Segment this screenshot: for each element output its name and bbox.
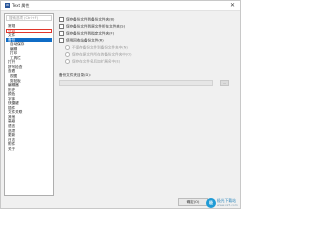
suboption-label: 不保存备份文件到备份文件夹中(N) — [72, 45, 128, 50]
option-backup-to-specified[interactable]: 保存备份文件到指定文件夹(F) — [59, 31, 114, 36]
radio-icon[interactable] — [65, 52, 70, 57]
option-backup-to-original[interactable]: 保存备份文件到原文件所在文件夹(S) — [59, 24, 125, 29]
suboption-label: 保存在文件名后加扩展名中(E) — [72, 59, 121, 64]
window-title: Text 属性 — [12, 3, 30, 8]
option-use-recycle-bin[interactable]: 使用回收站备份文件(R) — [59, 38, 104, 43]
category-tree: 常规 外观 文件 备份 自动保存 编辑 打印 工具栏 打开 拼写检查 查看 视图… — [6, 24, 52, 151]
option-label: 使用回收站备份文件(R) — [66, 38, 104, 43]
watermark-logo-icon: 极 — [206, 198, 216, 208]
checkbox-icon[interactable] — [59, 38, 64, 43]
option-label: 保存备份文件到备份文件夹(B) — [66, 17, 115, 22]
checkbox-icon[interactable] — [59, 24, 64, 29]
option-label: 保存备份文件到原文件所在文件夹(S) — [66, 24, 125, 29]
ok-button[interactable]: 确定(O) — [178, 198, 208, 206]
tree-item[interactable]: 关于 — [6, 147, 52, 152]
watermark-url: www.xz7.com — [217, 203, 238, 207]
browse-button[interactable]: ... — [220, 80, 229, 86]
category-tree-panel: 搜索选项 (Ctrl+F) 常规 外观 文件 备份 自动保存 编辑 打印 工具栏… — [4, 13, 54, 196]
suboption-extension[interactable]: 保存在文件名后加扩展名中(E) — [65, 59, 120, 64]
watermark: 极 极光下载站 www.xz7.com — [206, 197, 240, 209]
search-input[interactable]: 搜索选项 (Ctrl+F) — [6, 15, 52, 21]
radio-icon[interactable] — [65, 59, 70, 64]
backup-folder-input[interactable] — [59, 80, 213, 86]
app-icon: W — [5, 3, 10, 8]
close-icon[interactable]: ✕ — [230, 2, 235, 9]
checkbox-icon[interactable] — [59, 31, 64, 36]
suboption-same-folder[interactable]: 保存在原文件所在的备份文件夹中(O) — [65, 52, 132, 57]
checkbox-icon[interactable] — [59, 17, 64, 22]
backup-folder-label: 备份文件夹目录(D): — [59, 73, 91, 77]
radio-icon[interactable] — [65, 45, 70, 50]
title-bar: W Text 属性 ✕ — [1, 1, 240, 11]
suboption-no-backup[interactable]: 不保存备份文件到备份文件夹中(N) — [65, 45, 128, 50]
option-backup-to-folder[interactable]: 保存备份文件到备份文件夹(B) — [59, 17, 114, 22]
suboption-label: 保存在原文件所在的备份文件夹中(O) — [72, 52, 132, 57]
properties-window: W Text 属性 ✕ 搜索选项 (Ctrl+F) 常规 外观 文件 备份 自动… — [0, 0, 241, 209]
option-label: 保存备份文件到指定文件夹(F) — [66, 31, 114, 36]
